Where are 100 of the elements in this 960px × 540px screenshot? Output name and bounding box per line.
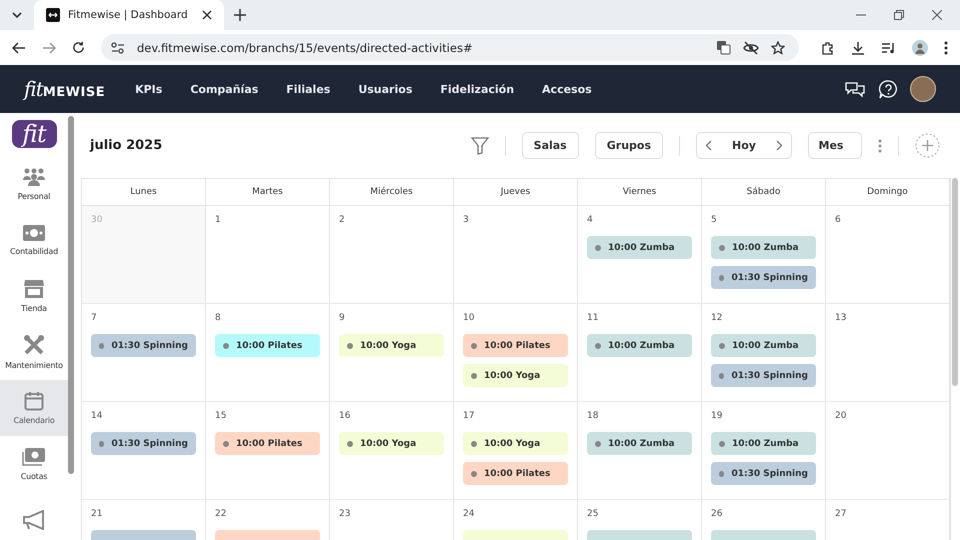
scrollbar[interactable] <box>952 178 958 386</box>
browser-tab[interactable]: Fitmewise | Dashboard <box>34 0 224 30</box>
day-cell[interactable]: 8 10:00 Pilates <box>206 304 330 401</box>
event-chip[interactable]: 10:00 Yoga <box>463 432 568 455</box>
day-cell[interactable]: 10 10:00 Pilates 10:00 Yoga <box>454 304 578 401</box>
calendar-icon <box>24 391 44 411</box>
event-chip[interactable]: 10:00 Pilates <box>463 462 568 485</box>
today-button[interactable]: Hoy <box>732 139 756 152</box>
event-chip[interactable]: 01:30 Spinning <box>711 462 816 485</box>
day-cell[interactable]: 18 10:00 Zumba <box>578 402 702 499</box>
reload-icon[interactable] <box>72 41 85 54</box>
event-chip[interactable]: 10:00 Zumba <box>587 432 692 455</box>
event-chip[interactable]: 10:00 Yoga <box>339 334 444 357</box>
event-chip[interactable]: 10:00 Zumba <box>711 432 816 455</box>
event-chip[interactable]: 10:00 Zumba <box>711 334 816 357</box>
event-chip[interactable]: 01:30 Spinning <box>91 334 196 357</box>
day-cell[interactable]: 16 10:00 Yoga <box>330 402 454 499</box>
day-cell[interactable]: 27 <box>826 500 950 540</box>
forward-arrow-icon[interactable] <box>42 42 56 54</box>
day-number: 9 <box>339 313 346 325</box>
day-cell[interactable]: 25 <box>578 500 702 540</box>
day-cell[interactable]: 11 10:00 Zumba <box>578 304 702 401</box>
event-chip[interactable]: 01:30 Spinning <box>711 266 816 289</box>
event-chip[interactable]: 10:00 Pilates <box>215 334 320 357</box>
sidebar-item[interactable]: Contabilidad <box>0 212 68 268</box>
day-cell[interactable]: 5 10:00 Zumba 01:30 Spinning <box>702 206 826 303</box>
event-chip[interactable]: 10:00 Zumba <box>587 236 692 259</box>
day-cell[interactable]: 4 10:00 Zumba <box>578 206 702 303</box>
event-chip[interactable]: 10:00 Pilates <box>463 334 568 357</box>
chat-bubbles-icon[interactable] <box>845 80 865 98</box>
day-cell[interactable]: 2 <box>330 206 454 303</box>
day-cell[interactable]: 24 <box>454 500 578 540</box>
star-icon[interactable] <box>771 40 785 54</box>
banknote-icon <box>22 224 46 242</box>
eye-slash-icon[interactable] <box>743 40 759 54</box>
day-cell[interactable]: 7 01:30 Spinning <box>82 304 206 401</box>
sidebar-item[interactable]: Cuotas <box>0 436 68 492</box>
nav-link[interactable]: Usuarios <box>358 82 412 96</box>
weekday-header: Martes <box>206 179 330 206</box>
close-icon[interactable] <box>202 10 212 20</box>
restore-icon[interactable] <box>894 10 904 20</box>
help-icon[interactable] <box>879 80 898 98</box>
nav-link[interactable]: Accesos <box>542 82 592 96</box>
chevron-left-icon[interactable] <box>705 140 712 151</box>
day-cell[interactable]: 15 10:00 Pilates <box>206 402 330 499</box>
address-bar[interactable]: dev.fitmewise.com/branchs/15/events/directed-activities# <box>101 34 799 61</box>
day-cell[interactable]: 13 <box>826 304 950 401</box>
back-arrow-icon[interactable] <box>12 42 26 54</box>
day-cell[interactable]: 19 10:00 Zumba 01:30 Spinning <box>702 402 826 499</box>
filter-icon[interactable] <box>470 136 489 154</box>
day-number: 17 <box>463 411 476 423</box>
day-number: 3 <box>463 215 470 227</box>
day-cell[interactable]: 21 <box>82 500 206 540</box>
translate-icon[interactable] <box>716 40 731 55</box>
new-tab-icon[interactable] <box>234 9 246 21</box>
chevron-right-icon[interactable] <box>776 140 783 151</box>
app-logo[interactable]: fit <box>12 120 56 148</box>
filter-button[interactable]: Grupos <box>594 132 663 159</box>
day-cell[interactable]: 17 10:00 Yoga 10:00 Pilates <box>454 402 578 499</box>
event-chip[interactable]: 01:30 Spinning <box>91 432 196 455</box>
sidebar-item[interactable]: Tienda <box>0 268 68 324</box>
event-chip[interactable]: 10:00 Yoga <box>463 364 568 387</box>
more-vertical-icon[interactable] <box>944 40 948 54</box>
brand-logo[interactable]: fitMEWISE <box>24 77 106 101</box>
scrollbar[interactable] <box>68 116 74 474</box>
nav-link[interactable]: KPIs <box>135 82 162 96</box>
nav-link[interactable]: Filiales <box>286 82 330 96</box>
media-queue-icon[interactable] <box>881 42 896 54</box>
nav-link[interactable]: Fidelización <box>440 82 514 96</box>
user-avatar[interactable] <box>910 76 936 102</box>
day-cell[interactable]: 20 <box>826 402 950 499</box>
profile-avatar-icon[interactable] <box>912 40 928 56</box>
view-dropdown[interactable]: Mes <box>808 132 862 159</box>
close-icon[interactable] <box>932 10 942 20</box>
day-cell[interactable]: 14 01:30 Spinning <box>82 402 206 499</box>
day-cell[interactable]: 26 <box>702 500 826 540</box>
site-settings-icon[interactable] <box>111 42 125 54</box>
day-cell[interactable]: 12 10:00 Zumba 01:30 Spinning <box>702 304 826 401</box>
event-chip[interactable]: 10:00 Yoga <box>339 432 444 455</box>
tab-list-caret-icon[interactable] <box>10 12 24 18</box>
day-cell[interactable]: 6 <box>826 206 950 303</box>
add-circle-icon[interactable] <box>915 133 940 158</box>
sidebar-item[interactable]: Calendario <box>0 380 68 436</box>
event-chip[interactable]: 10:00 Zumba <box>711 236 816 259</box>
day-cell[interactable]: 1 <box>206 206 330 303</box>
day-cell[interactable]: 23 <box>330 500 454 540</box>
day-number: 7 <box>91 313 98 325</box>
download-icon[interactable] <box>851 40 865 54</box>
day-cell[interactable]: 22 <box>206 500 330 540</box>
day-cell[interactable]: 9 10:00 Yoga <box>330 304 454 401</box>
day-cell[interactable]: 3 <box>454 206 578 303</box>
filter-button[interactable]: Salas <box>522 132 579 159</box>
event-chip[interactable]: 10:00 Zumba <box>587 334 692 357</box>
sidebar-item[interactable]: Personal <box>0 156 68 212</box>
nav-link[interactable]: Compañías <box>190 82 258 96</box>
event-chip[interactable]: 10:00 Pilates <box>215 432 320 455</box>
day-number: 11 <box>587 313 600 325</box>
extensions-puzzle-icon[interactable] <box>821 40 835 54</box>
event-chip[interactable]: 01:30 Spinning <box>711 364 816 387</box>
sidebar-item[interactable]: Mantenimiento <box>0 324 68 380</box>
